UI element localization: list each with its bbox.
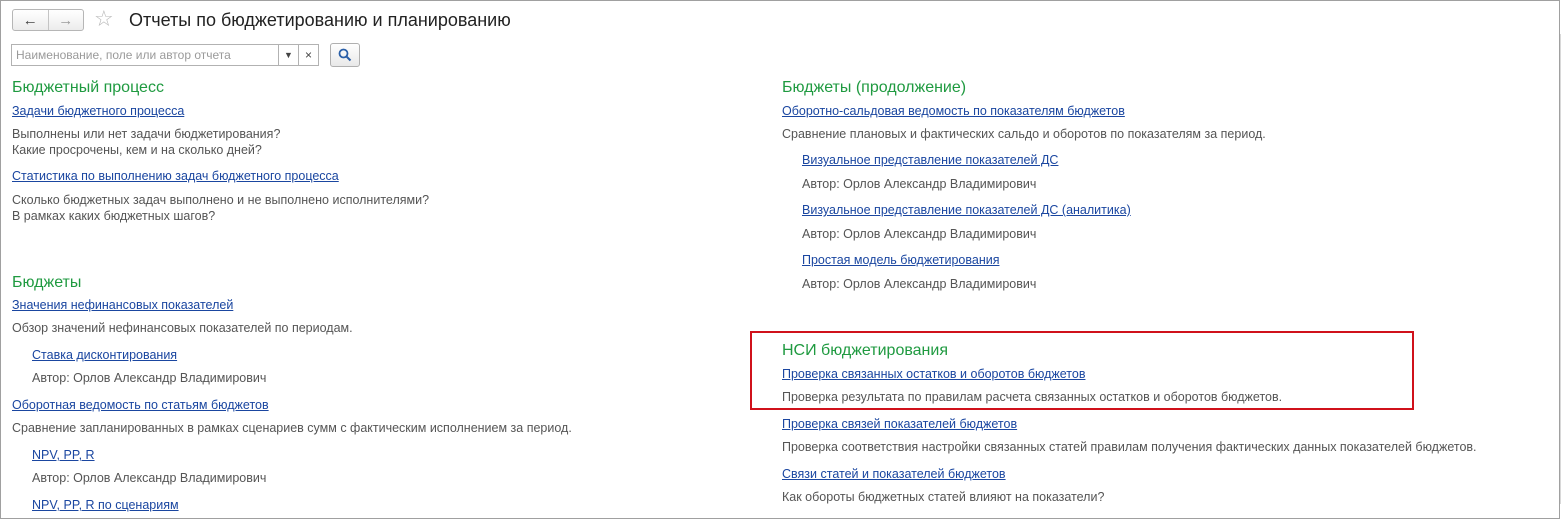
search-clear-button[interactable]: × <box>298 44 319 66</box>
arrow-right-icon: → <box>58 11 74 29</box>
right-edge-line <box>1560 34 1561 504</box>
section-title: НСИ бюджетирования <box>782 342 948 359</box>
navigation-buttons: ← → <box>12 9 84 31</box>
report-link-task-statistics[interactable]: Статистика по выполнению задач бюджетног… <box>12 169 339 184</box>
chevron-down-icon: ▼ <box>284 50 293 60</box>
report-description: В рамках каких бюджетных шагов? <box>12 209 216 223</box>
report-description: Выполнены или нет задачи бюджетирования? <box>12 127 281 141</box>
section-title: Бюджетный процесс <box>12 79 164 96</box>
report-link-budget-tasks[interactable]: Задачи бюджетного процесса <box>12 104 184 119</box>
report-link-nonfinancial-indicators[interactable]: Значения нефинансовых показателей <box>12 298 233 313</box>
report-link-discount-rate[interactable]: Ставка дисконтирования <box>32 348 177 363</box>
report-link-npv[interactable]: NPV, PP, R <box>32 448 95 463</box>
section-title: Бюджеты <box>12 274 82 291</box>
report-description: Какие просрочены, кем и на сколько дней? <box>12 143 262 157</box>
report-author: Автор: Орлов Александр Владимирович <box>32 471 267 485</box>
report-author: Автор: Орлов Александр Владимирович <box>802 177 1037 191</box>
search-input[interactable] <box>11 44 279 66</box>
star-icon[interactable]: ☆ <box>94 7 114 31</box>
search-dropdown-button[interactable]: ▼ <box>278 44 299 66</box>
search-button[interactable] <box>330 43 360 67</box>
report-author: Автор: Орлов Александр Владимирович <box>32 371 267 385</box>
report-description: Сравнение запланированных в рамках сцена… <box>12 421 572 435</box>
report-description: Проверка результата по правилам расчета … <box>782 390 1283 404</box>
report-link-item-indicator-links[interactable]: Связи статей и показателей бюджетов <box>782 467 1006 482</box>
report-link-visual-cash-analytics[interactable]: Визуальное представление показателей ДС … <box>802 203 1131 218</box>
section-title: Бюджеты (продолжение) <box>782 79 967 96</box>
arrow-left-icon: ← <box>22 11 38 29</box>
back-button[interactable]: ← <box>13 10 48 30</box>
report-link-trial-balance[interactable]: Оборотно-сальдовая ведомость по показате… <box>782 104 1125 119</box>
search-icon <box>338 48 352 62</box>
report-author: Автор: Орлов Александр Владимирович <box>802 277 1037 291</box>
report-link-visual-cash-indicators[interactable]: Визуальное представление показателей ДС <box>802 153 1058 168</box>
close-icon: × <box>304 48 312 62</box>
report-description: Сравнение плановых и фактических сальдо … <box>782 127 1266 141</box>
report-description: Сколько бюджетных задач выполнено и не в… <box>12 193 430 207</box>
forward-button[interactable]: → <box>47 10 84 30</box>
report-link-indicator-links-check[interactable]: Проверка связей показателей бюджетов <box>782 417 1017 432</box>
report-description: Обзор значений нефинансовых показателей … <box>12 321 353 335</box>
report-link-turnover-statement[interactable]: Оборотная ведомость по статьям бюджетов <box>12 398 269 413</box>
report-author: Автор: Орлов Александр Владимирович <box>802 227 1037 241</box>
report-description: Как обороты бюджетных статей влияют на п… <box>782 490 1105 504</box>
report-link-simple-budget-model[interactable]: Простая модель бюджетирования <box>802 253 999 268</box>
report-description: Проверка соответствия настройки связанны… <box>782 440 1477 454</box>
page-title: Отчеты по бюджетированию и планированию <box>129 10 511 30</box>
report-link-linked-balances-check[interactable]: Проверка связанных остатков и оборотов б… <box>782 367 1085 382</box>
report-link-npv-scenarios[interactable]: NPV, PP, R по сценариям <box>32 498 179 513</box>
